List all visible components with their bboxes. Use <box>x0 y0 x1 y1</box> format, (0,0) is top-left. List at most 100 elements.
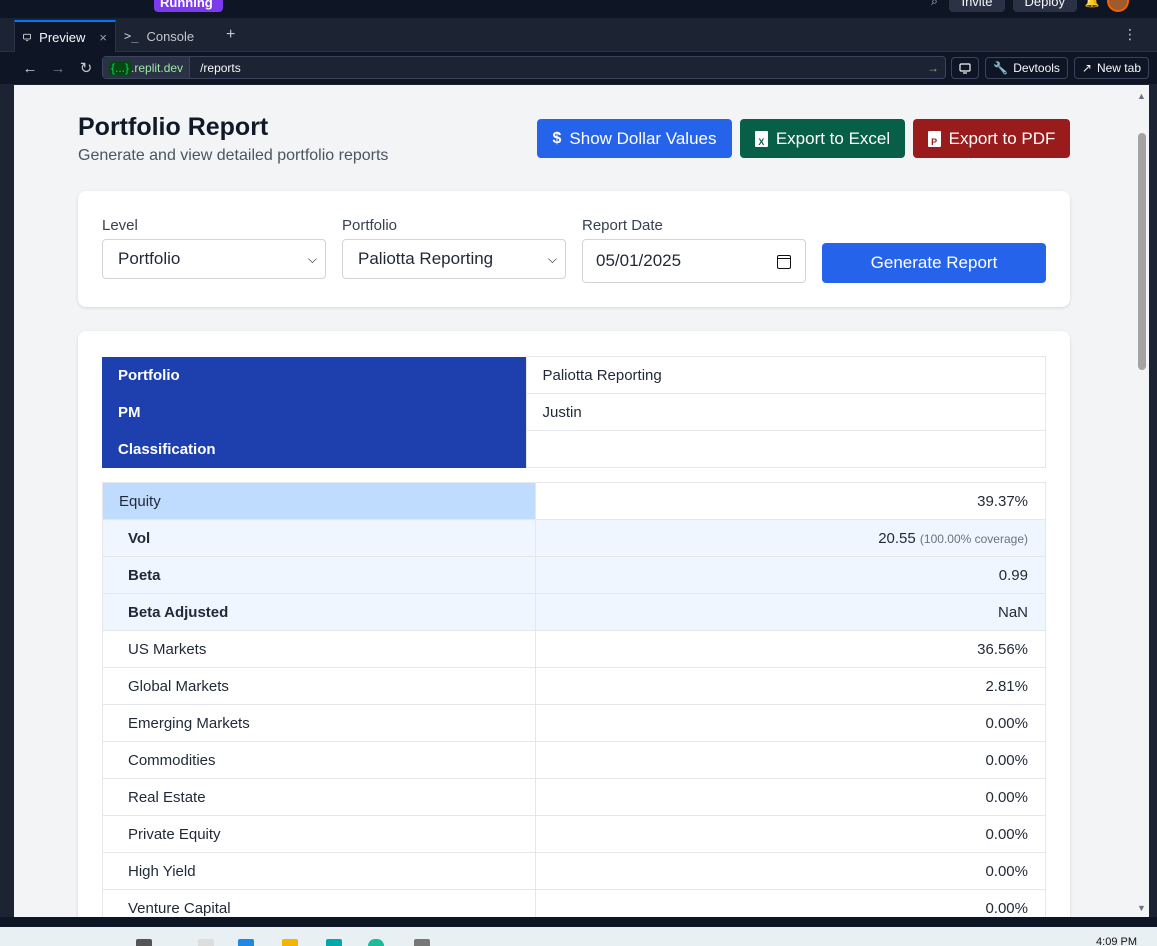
row-value: NaN <box>535 593 1046 631</box>
table-row: Real Estate 0.00% <box>102 778 1046 816</box>
preview-viewport: Portfolio Report Generate and view detai… <box>14 85 1149 917</box>
url-domain-text: .replit.dev <box>131 60 184 75</box>
devtools-label: Devtools <box>1013 61 1060 75</box>
reload-icon[interactable]: ↻ <box>72 54 100 82</box>
top-right-actions: ⌕ Invite Deploy 🔔 <box>927 0 1129 12</box>
show-dollar-values-button[interactable]: $ Show Dollar Values <box>537 119 732 158</box>
page-title: Portfolio Report <box>78 113 269 141</box>
device-toggle-button[interactable] <box>951 57 980 79</box>
taskbar-app-icon[interactable] <box>198 939 214 946</box>
vertical-scrollbar[interactable]: ▲ ▼ <box>1135 85 1149 917</box>
table-row: High Yield 0.00% <box>102 852 1046 890</box>
run-status-label: Running <box>160 0 213 10</box>
filters-card: Level Portfolio ⌵ Portfolio Paliotta Rep… <box>78 191 1070 307</box>
forward-arrow-icon[interactable]: → <box>44 54 72 82</box>
taskbar-app-icon[interactable] <box>326 939 342 946</box>
deploy-button[interactable]: Deploy <box>1012 0 1077 12</box>
url-domain-prefix: {...} <box>109 60 132 75</box>
devtools-button[interactable]: 🔧 Devtools <box>985 57 1068 79</box>
report-date-label: Report Date <box>582 217 663 234</box>
row-value: 20.55 (100.00% coverage) <box>535 519 1046 557</box>
calendar-icon[interactable] <box>777 255 791 269</box>
level-select[interactable]: Portfolio ⌵ <box>102 239 326 279</box>
invite-button[interactable]: Invite <box>949 0 1005 12</box>
scroll-down-arrow-icon[interactable]: ▼ <box>1137 903 1146 913</box>
portfolio-info-table: Portfolio Paliotta Reporting PM Justin C… <box>102 356 1046 468</box>
export-pdf-button[interactable]: P Export to PDF <box>913 119 1070 158</box>
scrollbar-thumb[interactable] <box>1138 133 1146 370</box>
taskbar-app-icon[interactable] <box>414 939 430 946</box>
back-arrow-icon[interactable]: ← <box>16 54 44 82</box>
excel-file-icon: X <box>754 130 768 147</box>
row-value: 0.00% <box>535 778 1046 816</box>
row-value: 0.99 <box>535 556 1046 594</box>
portfolio-label: Portfolio <box>342 217 398 234</box>
vol-value: 20.55 <box>878 529 916 547</box>
dollar-icon: $ <box>552 129 562 147</box>
table-row-equity: Equity 39.37% <box>102 482 1046 520</box>
row-value: 36.56% <box>535 630 1046 668</box>
pdf-file-icon: P <box>927 130 941 147</box>
report-date-input[interactable]: 05/01/2025 <box>582 239 806 283</box>
add-tab-button[interactable]: + <box>226 26 235 44</box>
close-icon[interactable]: × <box>99 30 107 45</box>
row-value: 0.00% <box>535 741 1046 779</box>
more-options-icon[interactable]: ⋮ <box>1123 26 1137 43</box>
bell-icon[interactable]: 🔔 <box>1085 0 1100 8</box>
scroll-up-arrow-icon[interactable]: ▲ <box>1137 91 1146 101</box>
level-value: Portfolio <box>118 249 181 268</box>
tab-preview-label: Preview <box>39 29 86 45</box>
url-input[interactable]: {...} .replit.dev /reports → <box>102 56 946 79</box>
row-name: US Markets <box>102 630 536 668</box>
search-icon[interactable]: ⌕ <box>927 0 941 8</box>
row-value: 2.81% <box>535 667 1046 705</box>
table-row: Private Equity 0.00% <box>102 815 1046 853</box>
invite-label: Invite <box>961 0 993 9</box>
go-arrow-icon[interactable]: → <box>927 61 939 75</box>
tab-console-label: Console <box>146 28 195 44</box>
terminal-icon: >_ <box>124 29 139 43</box>
taskbar-app-icon[interactable] <box>238 939 254 946</box>
tab-preview[interactable]: Preview × <box>14 20 116 52</box>
row-value: 0.00% <box>535 815 1046 853</box>
export-pdf-label: Export to PDF <box>948 128 1056 148</box>
run-status-button[interactable]: Running <box>154 0 223 12</box>
show-dollar-values-label: Show Dollar Values <box>569 128 717 148</box>
chevron-down-icon: ⌵ <box>307 252 317 266</box>
url-path: /reports <box>200 60 241 75</box>
row-value: 0.00% <box>535 704 1046 742</box>
table-row: Portfolio Paliotta Reporting <box>102 356 1046 394</box>
row-name: Global Markets <box>102 667 536 705</box>
taskbar-app-icon[interactable] <box>136 939 152 946</box>
level-label: Level <box>102 217 138 234</box>
tab-console[interactable]: >_ Console <box>116 20 216 52</box>
row-name: Private Equity <box>102 815 536 853</box>
table-row-vol: Vol 20.55 (100.00% coverage) <box>102 519 1046 557</box>
portfolio-value: Paliotta Reporting <box>358 249 494 268</box>
portfolio-select[interactable]: Paliotta Reporting ⌵ <box>342 239 566 279</box>
screen-icon <box>959 62 971 74</box>
table-row: Venture Capital 0.00% <box>102 889 1046 917</box>
export-excel-label: Export to Excel <box>775 128 891 148</box>
row-name: Real Estate <box>102 778 536 816</box>
monitor-icon <box>23 33 31 41</box>
info-key: Classification <box>102 430 526 468</box>
info-value: Paliotta Reporting <box>525 356 1046 394</box>
url-tools: 🔧 Devtools ↗ New tab <box>951 57 1149 79</box>
row-value: 39.37% <box>535 482 1046 520</box>
taskbar-app-icon[interactable] <box>368 939 384 946</box>
export-excel-button[interactable]: X Export to Excel <box>740 119 905 158</box>
external-link-icon: ↗ <box>1081 61 1092 75</box>
table-row: Classification <box>102 430 1046 468</box>
row-value: 0.00% <box>535 852 1046 890</box>
folder-icon[interactable] <box>282 939 298 946</box>
row-name: Commodities <box>102 741 536 779</box>
os-taskbar: 4:09 PM <box>0 927 1157 946</box>
table-row-beta: Beta 0.99 <box>102 556 1046 594</box>
avatar[interactable] <box>1107 0 1129 12</box>
new-tab-button[interactable]: ↗ New tab <box>1073 57 1149 79</box>
generate-report-button[interactable]: Generate Report <box>822 243 1046 283</box>
allocation-table: Equity 39.37% Vol 20.55 (100.00% coverag… <box>102 482 1046 917</box>
table-row: Emerging Markets 0.00% <box>102 704 1046 742</box>
info-value: Justin <box>525 393 1046 431</box>
